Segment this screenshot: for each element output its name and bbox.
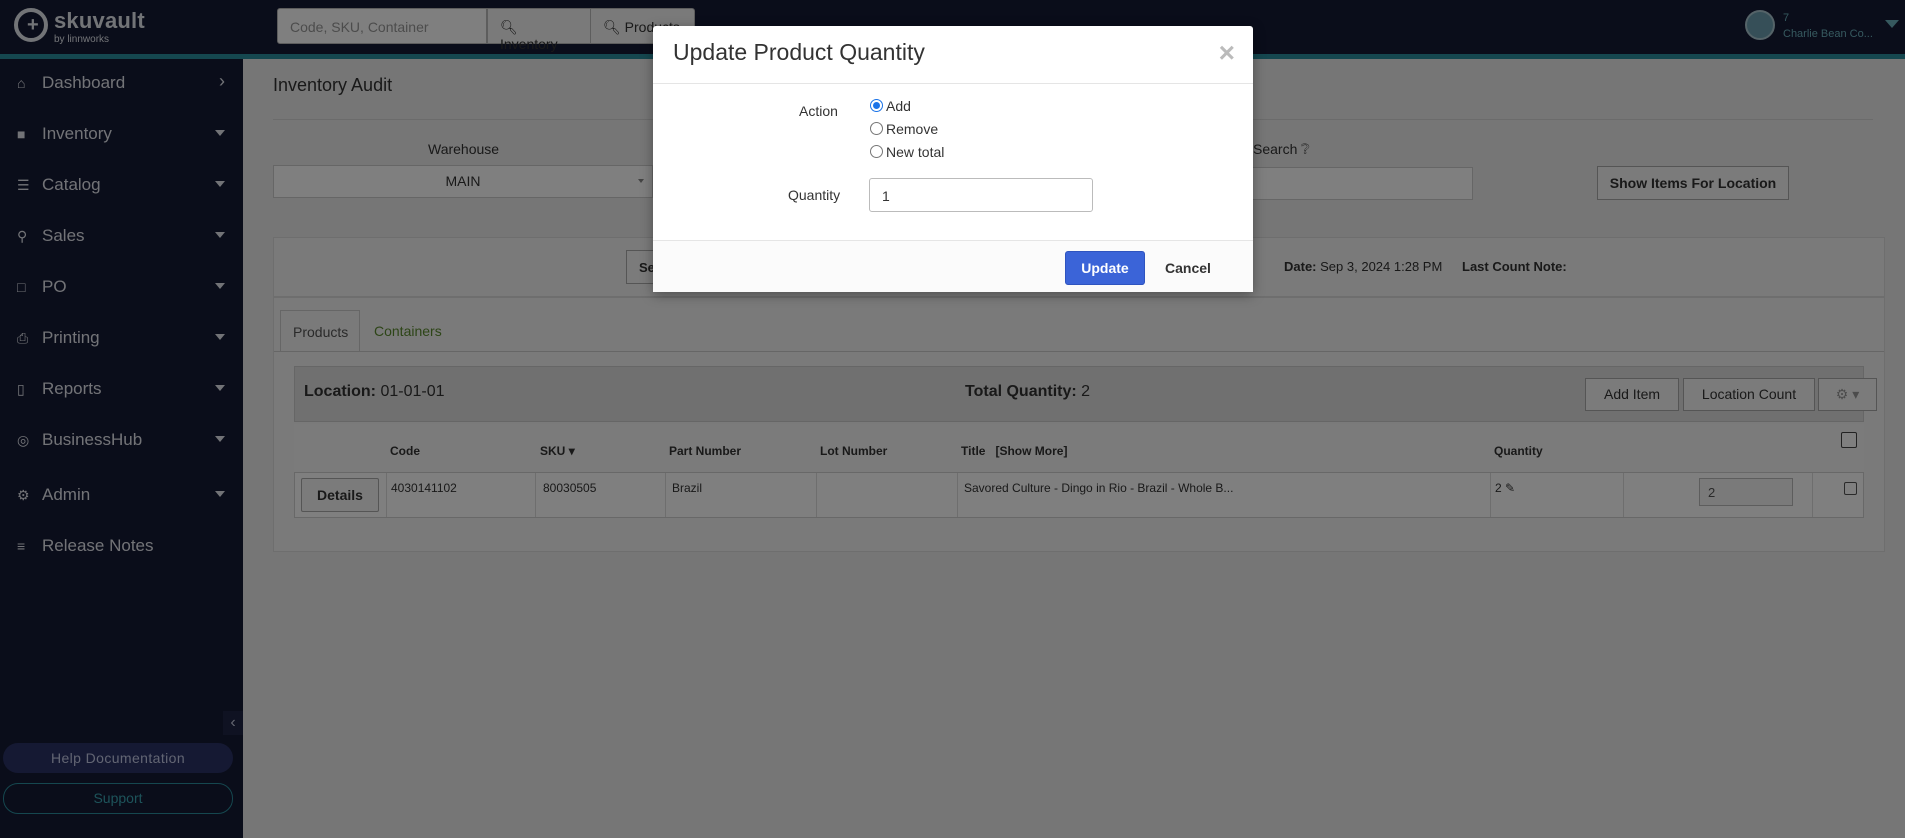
action-new-total-label[interactable]: New total [886,144,944,160]
action-remove-label[interactable]: Remove [886,121,938,137]
modal-title: Update Product Quantity [673,39,925,65]
action-add-label[interactable]: Add [886,98,911,114]
quantity-input[interactable]: 1 [869,178,1093,212]
quantity-label: Quantity [788,187,841,203]
update-button[interactable]: Update [1065,251,1145,285]
action-remove-radio[interactable] [870,122,883,135]
modal-footer: Update Cancel [653,240,1253,292]
action-add-radio[interactable] [870,99,883,112]
action-new-total-radio[interactable] [870,145,883,158]
action-label: Action [799,103,838,119]
modal-header: Update Product Quantity × [653,26,1253,84]
cancel-button[interactable]: Cancel [1158,251,1218,285]
close-icon[interactable]: × [1219,39,1235,67]
update-quantity-modal: Update Product Quantity × Action Add Rem… [653,26,1253,292]
